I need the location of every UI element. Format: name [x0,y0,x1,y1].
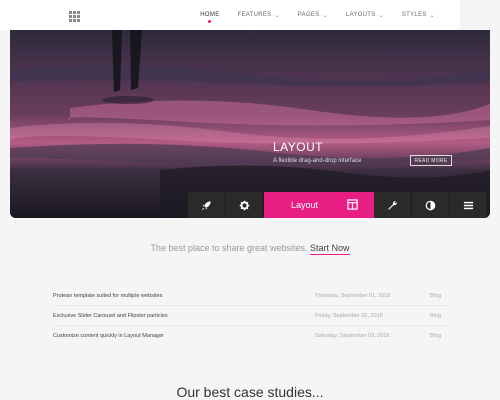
nav-item-layouts[interactable]: LAYOUTS ⌄ [337,0,393,30]
logo-icon[interactable] [69,11,80,22]
hero-subtitle: A flexible drag-and-drop interface [273,158,362,164]
nav-item-label: LAYOUTS [345,12,376,18]
wrench-icon [388,200,397,210]
post-title-link[interactable]: Exclusive Slider Carousel and Flipster p… [53,313,315,319]
settings-button[interactable] [226,192,264,218]
active-indicator [208,20,212,23]
read-more-button[interactable]: READ MORE [410,155,452,166]
nav-item-home[interactable]: HOME [191,0,228,30]
chevron-down-icon: ⌄ [429,12,435,19]
menu-button[interactable] [450,192,488,218]
section-title: Our best case studies... [176,384,324,400]
post-list: Protean template suited for multiple web… [53,286,447,346]
nav-item-styles[interactable]: STYLES ⌄ [393,0,444,30]
list-item: Exclusive Slider Carousel and Flipster p… [53,306,447,326]
menu-icon [463,201,474,209]
chevron-down-icon: ⌄ [322,12,328,19]
rocket-icon [202,200,211,210]
post-date: Friday, September 02, 2016 [315,312,383,319]
hero-background-image [10,30,490,218]
contrast-button[interactable] [412,192,450,218]
rocket-button[interactable] [188,192,226,218]
post-category: Blog [430,312,442,319]
post-category: Blog [430,333,442,339]
layout-icon [347,199,358,210]
chevron-down-icon: ⌄ [274,12,280,19]
nav-item-features[interactable]: FEATURES ⌄ [229,0,289,30]
main-nav: HOME FEATURES ⌄ PAGES ⌄ LAYOUTS ⌄ STYLES… [191,0,444,30]
start-now-link[interactable]: Start Now [310,243,350,255]
hero-banner: LAYOUT A flexible drag-and-drop interfac… [10,30,490,218]
nav-item-label: PAGES [297,12,320,18]
nav-item-label: STYLES [401,12,427,18]
gear-icon [239,200,250,210]
layout-button-label: Layout [291,200,319,210]
post-title-link[interactable]: Protean template suited for multiple web… [53,293,315,299]
top-navbar: HOME FEATURES ⌄ PAGES ⌄ LAYOUTS ⌄ STYLES… [0,0,460,30]
nav-item-label: FEATURES [237,12,272,18]
post-date: Thursday, September 01, 2016 [315,292,391,299]
hero-title: LAYOUT [273,140,324,154]
tools-button[interactable] [374,192,412,218]
list-item: Customize content quickly in Layout Mana… [53,326,447,346]
hero-toolbar: Layout [188,192,488,218]
nav-item-pages[interactable]: PAGES ⌄ [289,0,337,30]
tagline-text: The best place to share great websites. [150,243,308,253]
list-item: Protean template suited for multiple web… [53,286,447,306]
layout-button[interactable]: Layout [264,192,374,218]
post-category: Blog [430,292,442,299]
nav-item-label: HOME [200,12,220,18]
post-title-link[interactable]: Customize content quickly in Layout Mana… [53,333,315,339]
post-date: Saturday, September 03, 2016 [315,333,390,339]
tagline: The best place to share great websites. … [0,243,500,255]
contrast-icon [425,200,436,210]
chevron-down-icon: ⌄ [378,12,384,19]
